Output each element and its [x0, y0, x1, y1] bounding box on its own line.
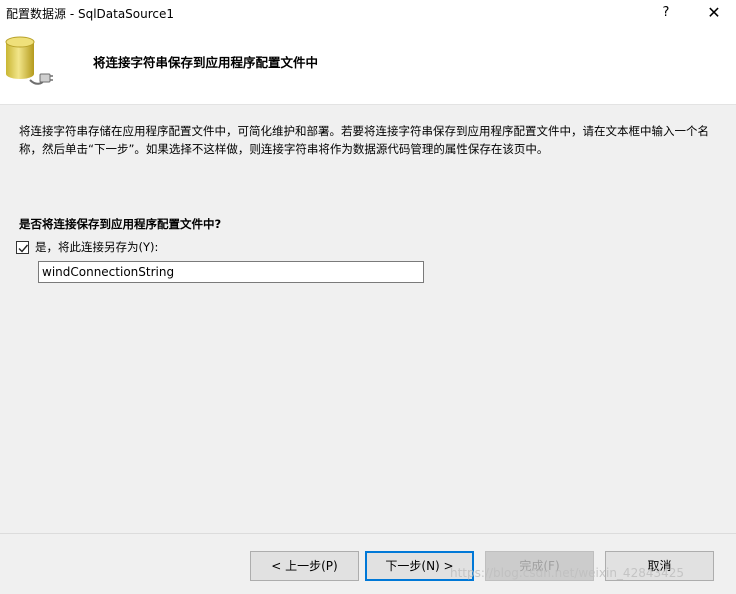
prev-button[interactable]: < 上一步(P): [250, 551, 359, 581]
save-connection-option[interactable]: 是，将此连接另存为(Y):: [16, 238, 158, 256]
connection-name-input[interactable]: [38, 261, 424, 283]
help-button[interactable]: ?: [652, 0, 680, 26]
wizard-header: 将连接字符串保存到应用程序配置文件中: [0, 26, 736, 105]
description-text: 将连接字符串存储在应用程序配置文件中，可简化维护和部署。若要将连接字符串保存到应…: [19, 124, 709, 156]
save-connection-label[interactable]: 是，将此连接另存为(Y):: [35, 239, 158, 255]
title-bar: 配置数据源 - SqlDataSource1 ? ✕: [0, 0, 736, 26]
watermark-text: https://blog.csdn.net/weixin_42843425: [450, 566, 685, 580]
close-button[interactable]: ✕: [700, 0, 728, 26]
checkmark-icon: [18, 244, 29, 253]
save-connection-checkbox[interactable]: [16, 240, 29, 254]
footer-divider: [0, 533, 736, 534]
save-question-label: 是否将连接保存到应用程序配置文件中?: [19, 217, 222, 231]
page-title: 将连接字符串保存到应用程序配置文件中: [93, 55, 319, 70]
window-title: 配置数据源 - SqlDataSource1: [6, 7, 175, 21]
database-plug-icon: [5, 36, 53, 85]
configure-datasource-dialog: 配置数据源 - SqlDataSource1 ? ✕ 将连接字符串保存到应用程序…: [0, 0, 736, 594]
